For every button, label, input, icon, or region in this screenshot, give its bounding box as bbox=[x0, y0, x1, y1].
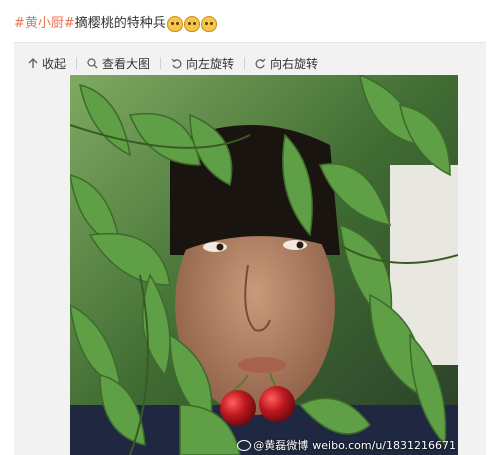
view-large-label: 查看大图 bbox=[102, 56, 151, 71]
hashtag-link[interactable]: #黄小厨# bbox=[14, 14, 75, 34]
rotate-left-button[interactable]: 向左旋转 bbox=[171, 55, 234, 72]
media-expanded-card: 收起 查看大图 向左旋转 向右旋转 @黄磊微博 weibo.com/u/1831… bbox=[14, 42, 486, 455]
cat-face-emoji-icon bbox=[200, 16, 217, 32]
toolbar-divider bbox=[76, 57, 78, 69]
collapse-arrow-icon bbox=[28, 57, 38, 68]
post-photo[interactable]: @黄磊微博 weibo.com/u/1831216671 bbox=[70, 75, 458, 455]
cat-face-emoji-icon bbox=[166, 16, 183, 32]
magnifier-icon bbox=[87, 57, 98, 68]
post-body-text: 摘樱桃的特种兵 bbox=[74, 16, 166, 31]
rotate-right-icon bbox=[255, 58, 266, 68]
photo-watermark: @黄磊微博 weibo.com/u/1831216671 bbox=[233, 437, 456, 453]
toolbar-divider bbox=[160, 57, 162, 69]
cat-face-emoji-icon bbox=[183, 16, 200, 32]
collapse-button[interactable]: 收起 bbox=[28, 55, 66, 72]
weibo-logo-icon bbox=[237, 439, 252, 451]
rotate-right-button[interactable]: 向右旋转 bbox=[255, 55, 318, 72]
watermark-handle: @黄磊微博 bbox=[253, 439, 309, 452]
view-large-button[interactable]: 查看大图 bbox=[87, 55, 150, 72]
photo-illustration bbox=[70, 75, 458, 455]
post-text: #黄小厨# 摘樱桃的特种兵 bbox=[14, 14, 217, 34]
watermark-url: weibo.com/u/1831216671 bbox=[312, 438, 456, 452]
toolbar-divider bbox=[244, 57, 246, 69]
rotate-right-label: 向右旋转 bbox=[270, 56, 319, 71]
rotate-left-icon bbox=[171, 58, 182, 68]
collapse-label: 收起 bbox=[42, 56, 67, 71]
media-toolbar: 收起 查看大图 向左旋转 向右旋转 bbox=[28, 53, 328, 73]
rotate-left-label: 向左旋转 bbox=[186, 56, 235, 71]
